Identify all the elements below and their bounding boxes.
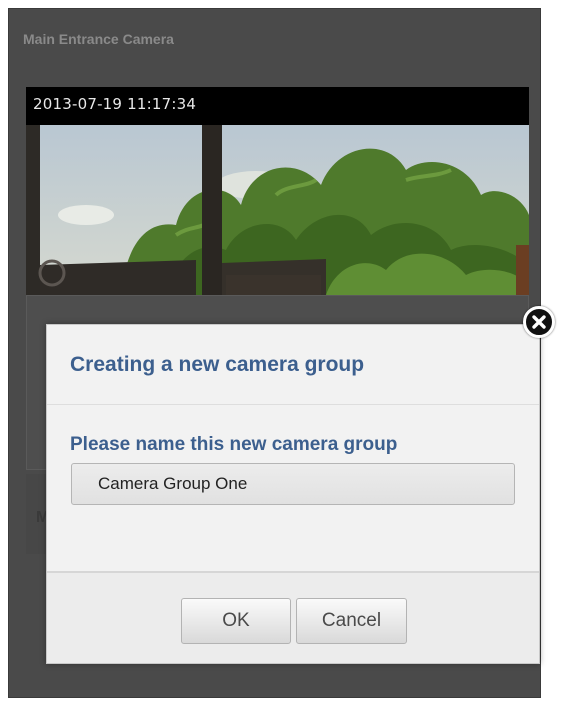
camera-video-image	[26, 125, 529, 295]
video-timestamp: 2013-07-19 11:17:34	[33, 95, 197, 113]
ok-button[interactable]: OK	[181, 598, 291, 644]
dialog-divider	[47, 404, 539, 405]
video-timestamp-bar: 2013-07-19 11:17:34	[26, 87, 529, 125]
cancel-button[interactable]: Cancel	[296, 598, 407, 644]
dialog-footer: OK Cancel	[47, 571, 539, 663]
dialog-title: Creating a new camera group	[70, 353, 365, 376]
close-icon	[532, 315, 546, 329]
camera-group-name-input[interactable]	[71, 463, 515, 505]
new-camera-group-dialog: Creating a new camera group Please name …	[46, 324, 540, 664]
app-screen: Main Entrance Camera 2013-07-19 11:17:34	[0, 0, 566, 701]
camera-video-feed: 2013-07-19 11:17:34	[26, 87, 529, 295]
camera-title: Main Entrance Camera	[23, 31, 174, 47]
dialog-prompt: Please name this new camera group	[70, 434, 398, 455]
close-dialog-button[interactable]	[523, 306, 555, 338]
